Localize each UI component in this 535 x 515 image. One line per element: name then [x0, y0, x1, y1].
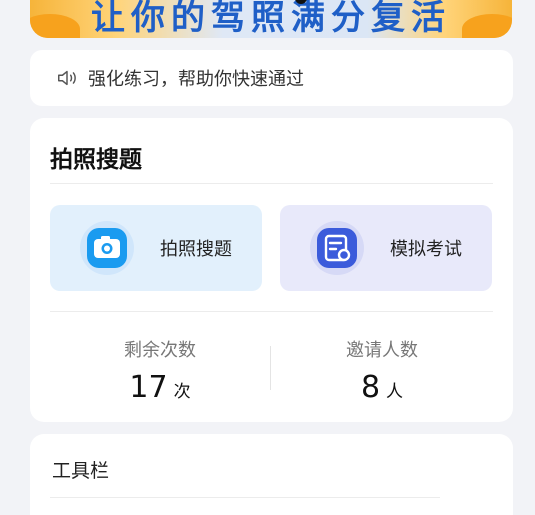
toolbar-title: 工具栏 — [52, 460, 110, 482]
page: 让你的驾照满分复活 强化练习，帮助你快速通过 拍照搜题 拍照搜题 模拟考试 剩余… — [0, 0, 535, 515]
exam-icon-wrap — [310, 221, 364, 275]
exam-icon — [317, 228, 357, 268]
mock-exam-button[interactable]: 模拟考试 — [280, 205, 492, 291]
notice-text: 强化练习，帮助你快速通过 — [88, 69, 304, 90]
notice-bar[interactable]: 强化练习，帮助你快速通过 — [30, 50, 513, 106]
stat-value: 8 — [360, 370, 381, 405]
stat-label: 邀请人数 — [346, 340, 418, 361]
camera-icon — [87, 228, 127, 268]
stat-separator — [270, 346, 271, 390]
divider — [50, 311, 493, 312]
invite-count-stat: 邀请人数 8人 — [272, 336, 492, 405]
speaker-icon — [58, 70, 76, 86]
stat-value-row: 17 次 — [50, 370, 270, 405]
divider — [50, 497, 440, 498]
stat-value-row: 8人 — [272, 370, 492, 405]
stat-label: 剩余次数 — [124, 340, 196, 361]
photo-search-label: 拍照搜题 — [160, 239, 232, 260]
stat-unit: 人 — [386, 382, 404, 402]
stat-value: 17 — [129, 370, 168, 405]
toolbar-card: 工具栏 — [30, 434, 513, 515]
mock-exam-label: 模拟考试 — [390, 239, 462, 260]
remaining-count-stat: 剩余次数 17 次 — [50, 336, 270, 405]
top-banner[interactable]: 让你的驾照满分复活 — [30, 0, 512, 38]
banner-title: 让你的驾照满分复活 — [91, 0, 451, 38]
card-title: 拍照搜题 — [50, 147, 142, 173]
stat-unit: 次 — [173, 382, 191, 402]
photo-search-button[interactable]: 拍照搜题 — [50, 205, 262, 291]
photo-search-card: 拍照搜题 拍照搜题 模拟考试 剩余次数 17 次 邀请人数 8 人 — [30, 118, 513, 422]
camera-icon-wrap — [80, 221, 134, 275]
divider — [50, 183, 493, 184]
